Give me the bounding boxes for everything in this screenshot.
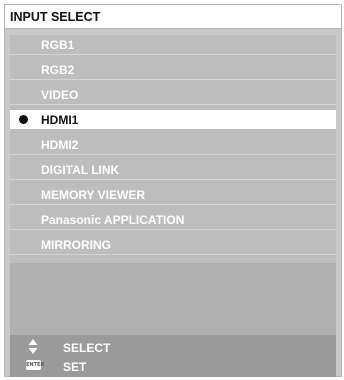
input-item-label: VIDEO [41,88,79,102]
input-item-hdmi2[interactable]: HDMI2 [10,135,336,155]
guide-footer: SELECT ENTER SET [10,335,336,377]
enter-key-icon: ENTER [26,360,45,370]
input-item-label: HDMI1 [41,113,79,127]
input-item-mirroring[interactable]: MIRRORING [10,235,336,255]
set-guide: ENTER SET [10,357,336,377]
input-item-label: HDMI2 [41,138,79,152]
selected-bullet-icon [19,115,28,124]
input-select-menu: INPUT SELECT RGB1 RGB2 VIDEO HDMI1 HDMI2… [4,4,342,377]
input-item-label: MEMORY VIEWER [41,188,146,202]
input-item-rgb2[interactable]: RGB2 [10,60,336,80]
input-item-label: Panasonic APPLICATION [41,213,185,227]
input-item-memory-viewer[interactable]: MEMORY VIEWER [10,185,336,205]
menu-title: INPUT SELECT [10,10,101,24]
input-item-video[interactable]: VIDEO [10,85,336,105]
input-item-digital-link[interactable]: DIGITAL LINK [10,160,336,180]
select-guide: SELECT [10,338,336,358]
select-guide-label: SELECT [63,341,111,355]
input-item-hdmi1[interactable]: HDMI1 [10,110,336,130]
input-item-panasonic-application[interactable]: Panasonic APPLICATION [10,210,336,230]
title-bar: INPUT SELECT [5,5,341,29]
list-empty-area [10,263,336,335]
input-item-label: RGB2 [41,63,75,77]
set-guide-label: SET [63,360,87,374]
input-list: RGB1 RGB2 VIDEO HDMI1 HDMI2 DIGITAL LINK… [10,35,336,265]
input-item-label: RGB1 [41,38,75,52]
input-item-label: MIRRORING [41,238,111,252]
input-item-label: DIGITAL LINK [41,163,120,177]
up-down-arrows-icon [28,339,38,354]
input-item-rgb1[interactable]: RGB1 [10,35,336,55]
